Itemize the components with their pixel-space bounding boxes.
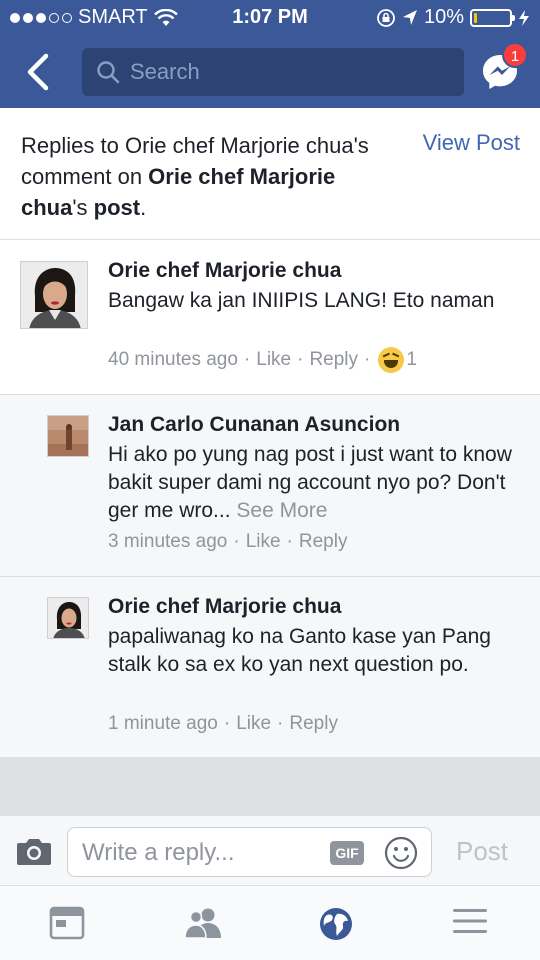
replies-description: Replies to Orie chef Marjorie chua's com…	[21, 130, 381, 223]
reply-button[interactable]: Reply	[299, 531, 348, 553]
status-bar: SMART 1:07 PM 10%	[0, 0, 540, 36]
avatar-image	[21, 262, 87, 328]
avatar[interactable]	[47, 415, 89, 457]
reaction-count[interactable]: 1	[406, 349, 417, 371]
camera-icon	[17, 839, 51, 865]
tab-menu[interactable]	[452, 906, 492, 942]
bottom-tab-bar	[0, 885, 540, 960]
avatar-image	[48, 416, 88, 456]
comment-text-container: Hi ako po yung nag post i just want to k…	[108, 441, 523, 525]
comment-meta: 40 minutes ago · Like · Reply · 1	[108, 347, 417, 373]
like-button[interactable]: Like	[256, 349, 291, 371]
globe-icon	[320, 908, 352, 940]
replies-header: Replies to Orie chef Marjorie chua's com…	[0, 108, 540, 240]
comment-timestamp: 40 minutes ago	[108, 349, 238, 370]
separator: ·	[223, 713, 231, 734]
comment-meta: 3 minutes ago · Like · Reply	[108, 531, 347, 553]
status-right: 10%	[376, 6, 530, 29]
like-button[interactable]: Like	[236, 713, 271, 735]
comment-author-name[interactable]: Orie chef Marjorie chua	[108, 259, 341, 283]
separator: ·	[364, 349, 371, 370]
post-button[interactable]: Post	[456, 836, 508, 867]
comment-author-name[interactable]: Orie chef Marjorie chua	[108, 595, 341, 619]
top-navigation-bar: SMART 1:07 PM 10% Search 1	[0, 0, 540, 108]
view-post-link[interactable]: View Post	[423, 130, 520, 156]
emoji-button[interactable]	[384, 836, 418, 870]
comment-timestamp: 3 minutes ago	[108, 531, 228, 552]
search-field[interactable]	[82, 48, 464, 96]
header-prefix: Replies to	[21, 133, 125, 158]
reply-button[interactable]: Reply	[289, 713, 338, 735]
reply-input[interactable]	[82, 838, 322, 868]
comment-meta: 1 minute ago · Like · Reply	[108, 713, 338, 735]
comment-text: papaliwanag ko na Ganto kase yan Pang st…	[108, 625, 491, 676]
comment-author-name[interactable]: Jan Carlo Cunanan Asuncion	[108, 413, 400, 437]
search-icon	[97, 61, 120, 84]
like-button[interactable]: Like	[246, 531, 281, 553]
separator: ·	[243, 349, 251, 370]
gif-button[interactable]: GIF	[330, 841, 364, 865]
tab-friends[interactable]	[183, 906, 223, 942]
separator: ·	[297, 349, 304, 370]
reply-box: GIF	[67, 827, 432, 877]
separator: ·	[277, 713, 284, 734]
avatar[interactable]	[47, 597, 89, 639]
chevron-left-icon	[27, 53, 49, 91]
header-end: .	[140, 195, 147, 220]
comment-item: Orie chef Marjorie chua papaliwanag ko n…	[0, 577, 540, 757]
hamburger-menu-icon	[453, 909, 487, 933]
avatar-image	[48, 598, 88, 638]
haha-icon[interactable]	[378, 347, 405, 373]
friends-icon	[184, 908, 221, 939]
reply-button[interactable]: Reply	[309, 349, 358, 371]
smiley-icon	[384, 836, 418, 870]
header-post-link[interactable]: post	[94, 195, 140, 220]
search-input[interactable]	[130, 59, 430, 85]
rotation-lock-icon	[377, 8, 395, 27]
tab-notifications[interactable]	[318, 906, 358, 942]
camera-button[interactable]	[16, 836, 52, 866]
avatar[interactable]	[20, 261, 88, 329]
comment-item: Orie chef Marjorie chua Bangaw ka jan IN…	[0, 241, 540, 395]
charging-icon	[519, 9, 529, 26]
header-suffix: 's	[72, 195, 94, 220]
see-more-link[interactable]: See More	[236, 499, 327, 522]
comment-timestamp: 1 minute ago	[108, 713, 218, 734]
news-feed-icon	[49, 906, 85, 940]
separator: ·	[233, 531, 240, 552]
divider	[0, 757, 540, 815]
reply-composer: GIF Post	[0, 815, 540, 885]
battery-percent: 10%	[423, 6, 464, 28]
location-icon	[402, 9, 417, 25]
back-button[interactable]	[20, 50, 60, 94]
separator: ·	[286, 531, 293, 552]
header-author1: Orie chef Marjorie chua	[124, 133, 354, 158]
battery-icon	[470, 8, 515, 27]
tab-news-feed[interactable]	[49, 906, 89, 942]
comment-text: Bangaw ka jan INIIPIS LANG! Eto naman	[108, 289, 495, 312]
notification-badge: 1	[502, 42, 528, 68]
comment-item: Jan Carlo Cunanan Asuncion Hi ako po yun…	[0, 395, 540, 577]
